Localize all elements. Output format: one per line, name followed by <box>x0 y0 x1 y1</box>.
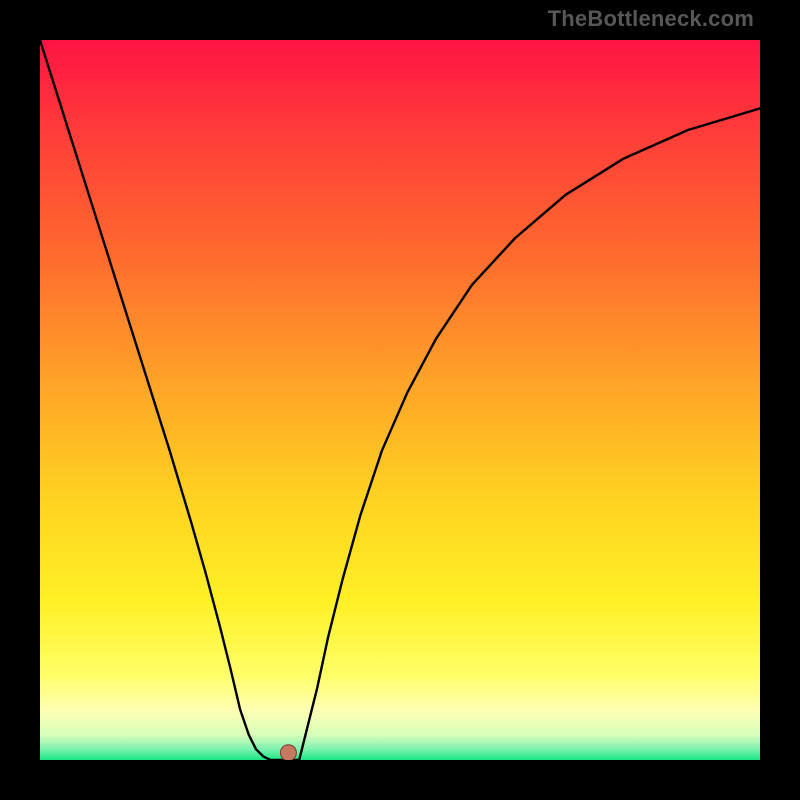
plot-area <box>40 40 760 760</box>
gradient-background <box>40 40 760 760</box>
watermark-text: TheBottleneck.com <box>548 6 754 32</box>
optimum-marker <box>280 745 296 760</box>
chart-svg <box>40 40 760 760</box>
chart-frame: TheBottleneck.com <box>0 0 800 800</box>
